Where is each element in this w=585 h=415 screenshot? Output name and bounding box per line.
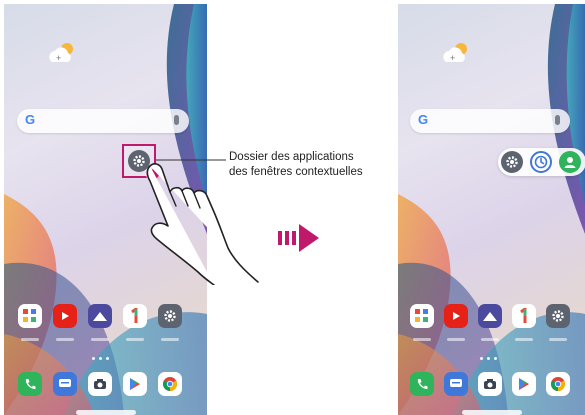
youtube-icon[interactable] [444, 304, 468, 328]
clock-icon[interactable] [530, 151, 552, 173]
page-indicator [92, 357, 109, 361]
phone-icon[interactable] [18, 372, 42, 396]
settings-icon[interactable] [546, 304, 570, 328]
chrome-icon[interactable] [546, 372, 570, 396]
weather-widget[interactable]: + [46, 40, 80, 66]
callout-line-1: Dossier des applications [229, 151, 354, 163]
microphone-icon[interactable] [174, 115, 179, 125]
popup-window-folder-expanded[interactable] [498, 148, 585, 176]
gallery-icon[interactable] [478, 304, 502, 328]
home-screen-after: + G [398, 4, 585, 415]
camera-icon[interactable] [478, 372, 502, 396]
google-search-bar[interactable]: G [410, 109, 570, 133]
chrome-icon[interactable] [158, 372, 182, 396]
youtube-icon[interactable] [53, 304, 77, 328]
apps-grid-icon[interactable] [410, 304, 434, 328]
wallpaper [398, 4, 585, 415]
arrow-right-icon [278, 224, 319, 252]
microphone-icon[interactable] [555, 115, 560, 125]
contacts-icon[interactable] [559, 151, 581, 173]
nav-handle[interactable] [462, 410, 522, 415]
google-search-bar[interactable]: G [17, 109, 189, 133]
play-store-icon[interactable] [123, 372, 147, 396]
apps-grid-icon[interactable] [18, 304, 42, 328]
page-indicator [480, 357, 497, 361]
weather-widget[interactable]: + [440, 40, 474, 66]
svg-text:+: + [56, 53, 61, 63]
one-icon[interactable] [512, 304, 536, 328]
gallery-icon[interactable] [88, 304, 112, 328]
camera-icon[interactable] [88, 372, 112, 396]
google-logo: G [25, 112, 36, 127]
google-logo: G [418, 112, 429, 127]
partly-cloudy-icon: + [49, 43, 73, 63]
settings-icon[interactable] [158, 304, 182, 328]
callout-label: Dossier des applications des fenêtres co… [229, 150, 399, 180]
play-store-icon[interactable] [512, 372, 536, 396]
callout-line-2: des fenêtres contextuelles [229, 166, 363, 178]
partly-cloudy-icon: + [443, 43, 467, 63]
messages-icon[interactable] [444, 372, 468, 396]
svg-text:+: + [450, 53, 455, 63]
phone-icon[interactable] [410, 372, 434, 396]
nav-handle[interactable] [76, 410, 136, 415]
guide-illustration: + G Dossier des applications des fenêtre… [0, 0, 585, 415]
messages-icon[interactable] [53, 372, 77, 396]
settings-icon[interactable] [501, 151, 523, 173]
one-icon[interactable] [123, 304, 147, 328]
